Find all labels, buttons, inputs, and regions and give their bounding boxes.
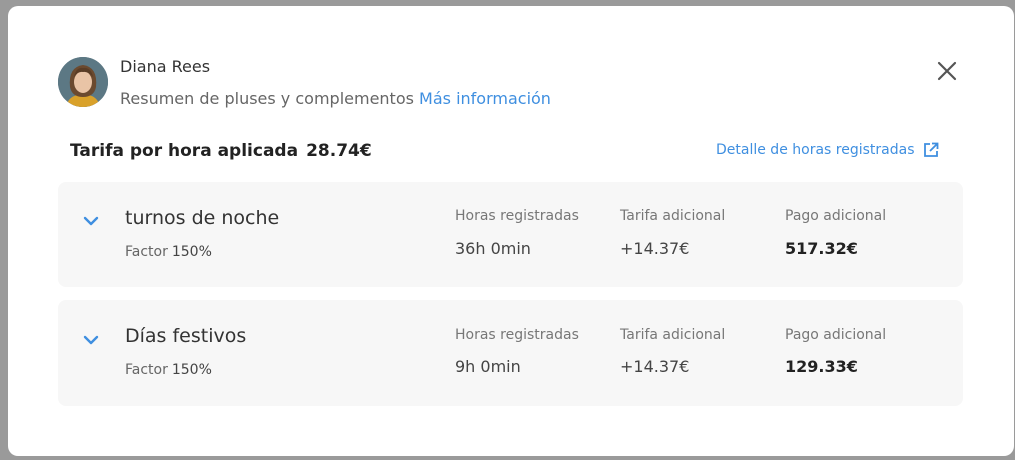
hours-header: Horas registradas	[455, 327, 579, 343]
hours-value: 9h 0min	[455, 357, 521, 376]
factor-label: Factor	[125, 244, 168, 260]
hours-value: 36h 0min	[455, 239, 531, 258]
external-link-icon	[923, 142, 938, 157]
hourly-rate: Tarifa por hora aplicada 28.74€	[70, 141, 372, 161]
extra-pay-value: 129.33€	[785, 357, 858, 376]
close-icon	[937, 61, 957, 81]
bonus-card: turnos de noche Factor 150% Horas registr…	[58, 182, 963, 287]
user-name: Diana Rees	[120, 57, 211, 76]
bonus-title: turnos de noche	[125, 207, 280, 229]
bonus-summary-modal: Diana Rees Resumen de pluses y complemen…	[8, 6, 1014, 456]
subtitle-text: Resumen de pluses y complementos	[120, 89, 414, 108]
factor-label: Factor	[125, 362, 168, 378]
avatar-image	[58, 57, 108, 107]
extra-pay-header: Pago adicional	[785, 208, 887, 224]
bonus-card: Días festivos Factor 150% Horas registrad…	[58, 300, 963, 406]
hours-header: Horas registradas	[455, 208, 579, 224]
close-button[interactable]	[934, 58, 960, 84]
chevron-down-icon[interactable]	[82, 334, 100, 346]
bonus-title: Días festivos	[125, 325, 247, 347]
registered-hours-detail-link[interactable]: Detalle de horas registradas	[716, 142, 939, 158]
hourly-rate-label: Tarifa por hora aplicada	[70, 141, 299, 161]
extra-pay-value: 517.32€	[785, 239, 858, 258]
extra-rate-value: +14.37€	[620, 239, 690, 258]
detail-link-label: Detalle de horas registradas	[716, 142, 915, 158]
extra-rate-header: Tarifa adicional	[620, 327, 726, 343]
extra-rate-header: Tarifa adicional	[620, 208, 726, 224]
extra-pay-header: Pago adicional	[785, 327, 887, 343]
hourly-rate-value: 28.74€	[306, 141, 372, 161]
subtitle-row: Resumen de pluses y complementos Más inf…	[120, 89, 551, 108]
bonus-factor: Factor 150%	[125, 362, 212, 378]
bonus-factor: Factor 150%	[125, 244, 212, 260]
factor-value: 150%	[171, 362, 212, 378]
factor-value: 150%	[171, 244, 212, 260]
avatar	[58, 57, 108, 107]
more-info-link[interactable]: Más información	[419, 89, 551, 108]
chevron-down-icon[interactable]	[82, 215, 100, 227]
extra-rate-value: +14.37€	[620, 357, 690, 376]
